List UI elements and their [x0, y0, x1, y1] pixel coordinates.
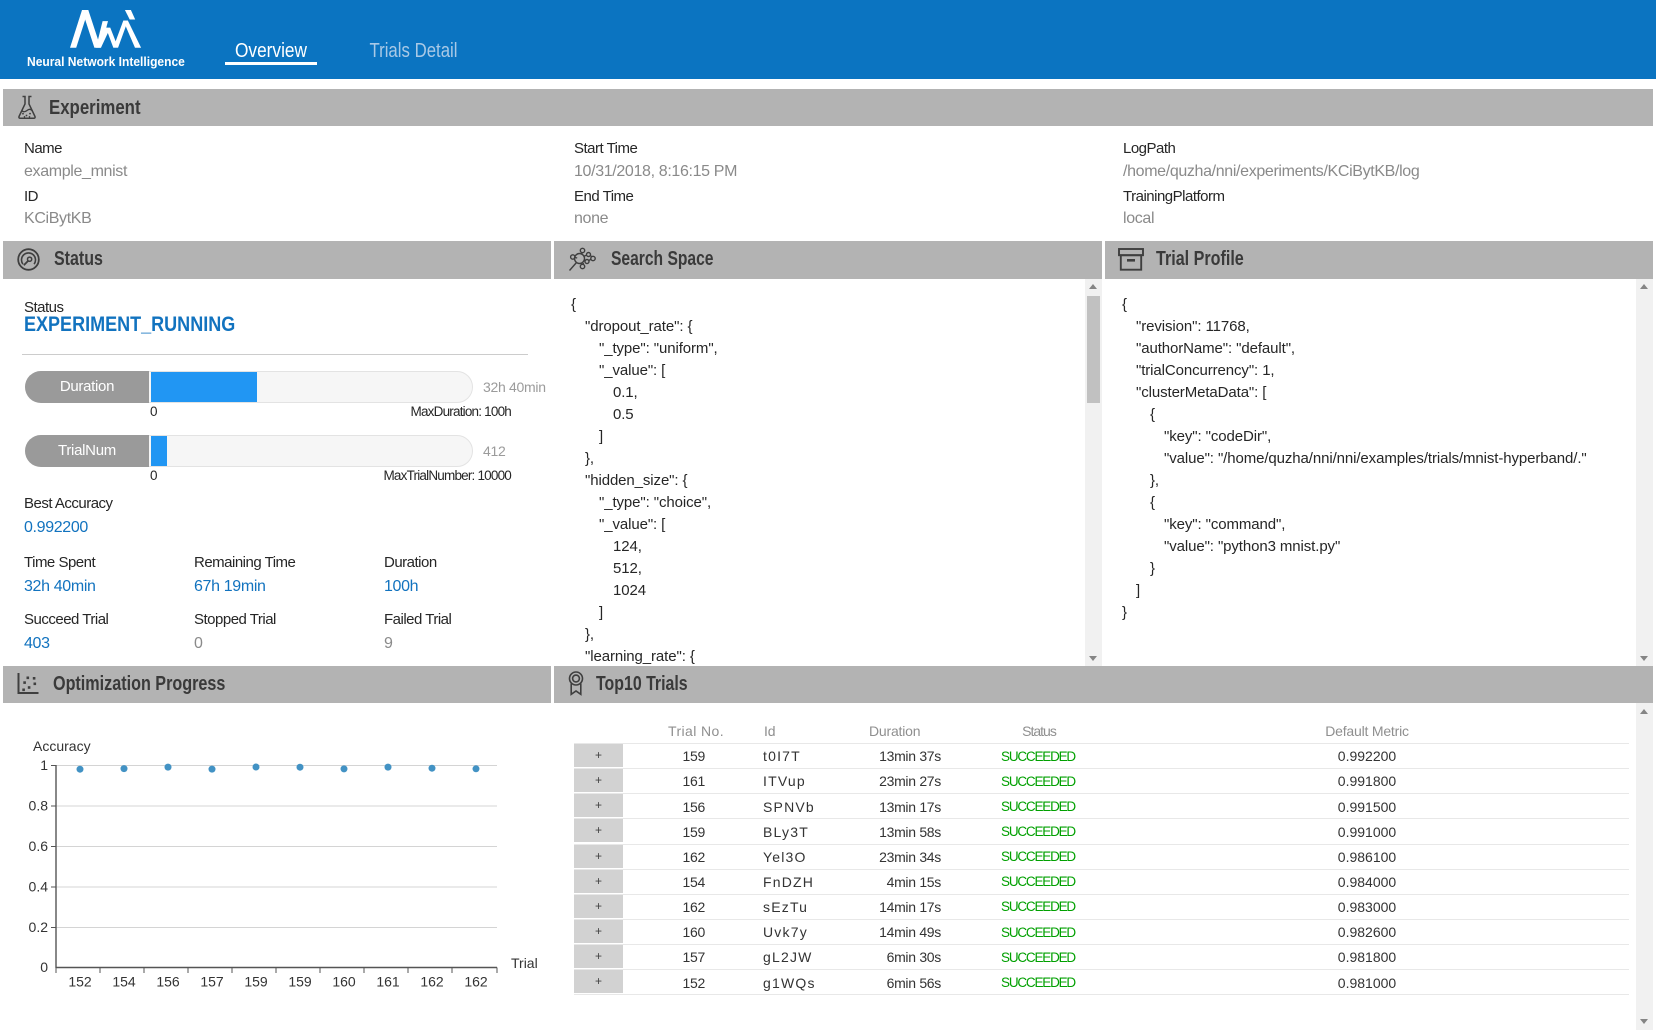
svg-text:159: 159	[244, 973, 268, 989]
svg-text:1: 1	[40, 757, 48, 773]
svg-text:0.2: 0.2	[29, 919, 49, 935]
svg-text:0.4: 0.4	[29, 878, 49, 894]
svg-text:162: 162	[420, 973, 444, 989]
svg-text:0.8: 0.8	[29, 797, 49, 813]
svg-text:156: 156	[156, 973, 180, 989]
svg-text:160: 160	[332, 973, 356, 989]
svg-text:152: 152	[68, 973, 92, 989]
svg-text:0.6: 0.6	[29, 838, 49, 854]
svg-text:Trial: Trial	[511, 955, 538, 971]
svg-text:162: 162	[464, 973, 488, 989]
svg-text:157: 157	[200, 973, 224, 989]
svg-text:161: 161	[376, 973, 400, 989]
svg-text:Accuracy: Accuracy	[33, 738, 91, 754]
svg-text:154: 154	[112, 973, 136, 989]
svg-text:0: 0	[40, 959, 48, 975]
svg-text:159: 159	[288, 973, 312, 989]
